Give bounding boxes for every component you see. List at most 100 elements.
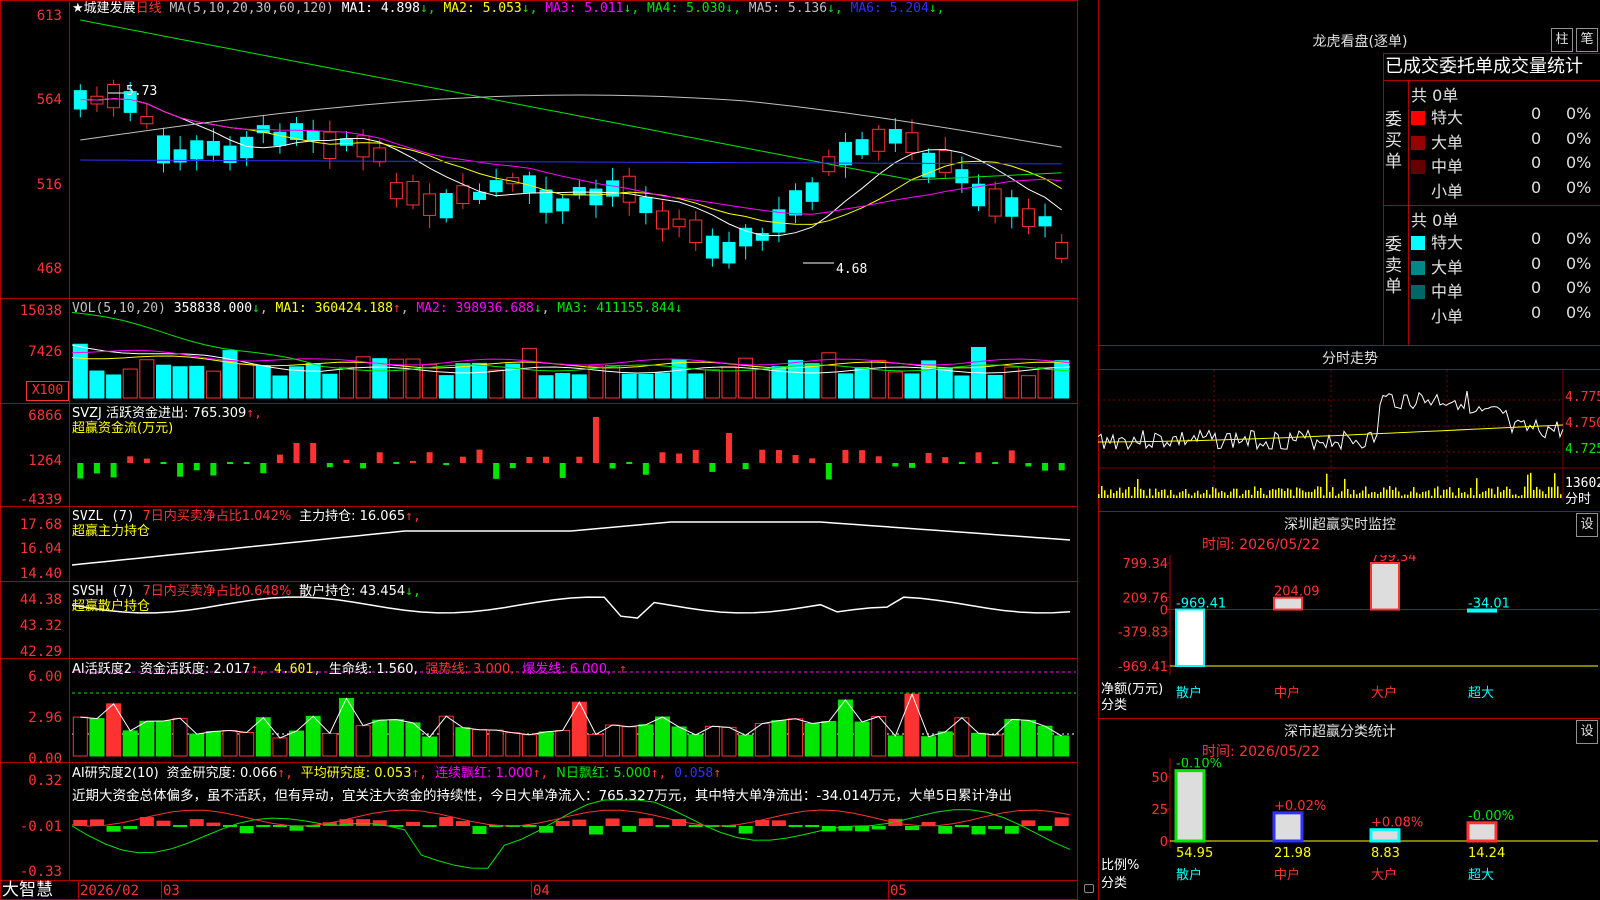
intraday-chart[interactable] [1098, 370, 1600, 510]
legend-swatch [1411, 236, 1425, 250]
fund-flow-bar [842, 449, 849, 463]
activity-bar [205, 730, 221, 757]
intraday-vol-bar [1431, 495, 1433, 498]
vol-unit-badge: X100 [26, 381, 69, 401]
fund-flow-bar [809, 458, 816, 463]
activity-bar [971, 732, 987, 757]
stock-name[interactable]: ★城建发展 [72, 1, 136, 16]
intraday-vol-bar [1542, 491, 1544, 498]
volume-bar [89, 370, 105, 399]
intraday-vol-bar [1272, 488, 1274, 498]
date-tick-mark [78, 880, 79, 900]
intraday-vol-bar [1383, 487, 1385, 498]
lhb-header: 已成交委托单成交量统计 [1385, 56, 1583, 77]
volume-bar [904, 373, 920, 399]
szmon-settings-button[interactable]: 设 [1576, 513, 1598, 537]
legend-swatch [1411, 160, 1425, 174]
intraday-vol-bar [1146, 495, 1148, 498]
volume-bar [289, 366, 305, 399]
candle-body [240, 136, 254, 159]
activity-bar [305, 715, 321, 757]
vol-y-label: 15038 [19, 303, 62, 319]
szmon-top-line [1098, 511, 1600, 512]
szstat-settings-button[interactable]: 设 [1576, 720, 1598, 744]
intraday-vol-bar [1134, 486, 1136, 498]
intraday-vol-bar [1308, 491, 1310, 498]
research-bar [871, 826, 886, 830]
research-bar [256, 825, 271, 827]
research-bar [971, 826, 986, 835]
kline-chart-canvas[interactable] [0, 0, 1078, 900]
lock-icon[interactable] [1084, 884, 1094, 893]
intraday-vol-bar [1407, 494, 1409, 498]
vol-title: VOL(5,10,20) 358838.000↓, MA1: 360424.18… [72, 301, 683, 316]
intraday-vol-bar [1491, 488, 1493, 498]
date-tick-mark [888, 880, 889, 900]
fund-flow-bar [426, 452, 433, 463]
fenshi-title: 分时走势 [1322, 351, 1378, 367]
intraday-vol-bar [1110, 489, 1112, 498]
intraday-vol-bar [1128, 486, 1130, 498]
value-label: 8.83 [1371, 846, 1400, 861]
svzj-y-label: -4339 [19, 492, 62, 508]
volume-bar [854, 367, 870, 399]
fund-flow-bar [227, 462, 234, 464]
sell-side-label: 委卖单 [1385, 235, 1402, 297]
activity-bar [455, 727, 471, 757]
candle-body [672, 218, 686, 228]
candle-body [439, 193, 453, 219]
intraday-vol-bar [1473, 495, 1475, 498]
szmon-title: 深圳超赢实时监控 [1284, 517, 1396, 533]
intraday-vol-bar [1449, 487, 1451, 498]
fenshi-y-label: 4.775 [1565, 390, 1600, 405]
intraday-vol-bar [1488, 488, 1490, 498]
volume-bar [205, 370, 221, 399]
intraday-vol-bar [1416, 492, 1418, 498]
intraday-vol-bar [1170, 489, 1172, 498]
sz-stat-chart: 7550250-0.10%54.95散户+0.02%21.98中户+0.08%8… [1151, 758, 1598, 883]
research-bar [106, 826, 121, 832]
research-bar [638, 818, 653, 826]
intraday-vol-bar [1242, 493, 1244, 498]
activity-bar [289, 730, 305, 757]
intraday-vol-bar [1338, 493, 1340, 498]
volume-bar [189, 365, 205, 399]
value-label: 21.98 [1274, 846, 1311, 861]
activity-bar [987, 734, 1003, 757]
intraday-vol-bar [1305, 492, 1307, 498]
fund-flow-bar [1025, 463, 1032, 467]
intraday-vol-bar [1506, 486, 1508, 498]
fund-flow-bar [509, 463, 516, 469]
research-bar [156, 820, 171, 826]
svzl-y-label: 17.68 [19, 517, 62, 533]
fenshi-vol-label: 13602 [1565, 476, 1600, 491]
research-bar [455, 821, 470, 826]
ai-active-y-label: 6.00 [28, 669, 62, 685]
volume-bar [654, 372, 670, 399]
candle-body [556, 198, 570, 212]
svzl-subtitle: 超赢主力持仓 [72, 524, 151, 539]
ma-value-1: MA1: 4.898 [341, 1, 420, 16]
candle-body [539, 189, 553, 213]
brand-logo-text[interactable]: 大智慧 [2, 881, 53, 900]
activity-bar [821, 720, 837, 757]
volume-bar [621, 373, 637, 399]
activity-bar [89, 718, 105, 757]
research-bar [239, 826, 254, 834]
research-bar [405, 821, 420, 826]
intraday-vol-bar [1428, 490, 1430, 498]
lhb-tick-button[interactable]: 笔 [1576, 28, 1598, 52]
lhb-bar-button[interactable]: 柱 [1551, 28, 1573, 52]
period-label[interactable]: 日线 [136, 1, 162, 16]
fund-flow-bar [592, 417, 599, 463]
intraday-vol-bar [1485, 490, 1487, 498]
intraday-vol-bar [1287, 488, 1289, 498]
intraday-vol-bar [1368, 493, 1370, 498]
intraday-vol-bar [1371, 492, 1373, 498]
research-bar [904, 826, 919, 831]
legend-swatch [1411, 285, 1425, 299]
fund-flow-bar [127, 456, 134, 463]
svzl-title: SVZL (7) 7日内买卖净占比1.042% 主力持仓: 16.065↑, [72, 509, 421, 524]
intraday-vol-bar [1116, 490, 1118, 498]
intraday-vol-bar [1455, 495, 1457, 498]
